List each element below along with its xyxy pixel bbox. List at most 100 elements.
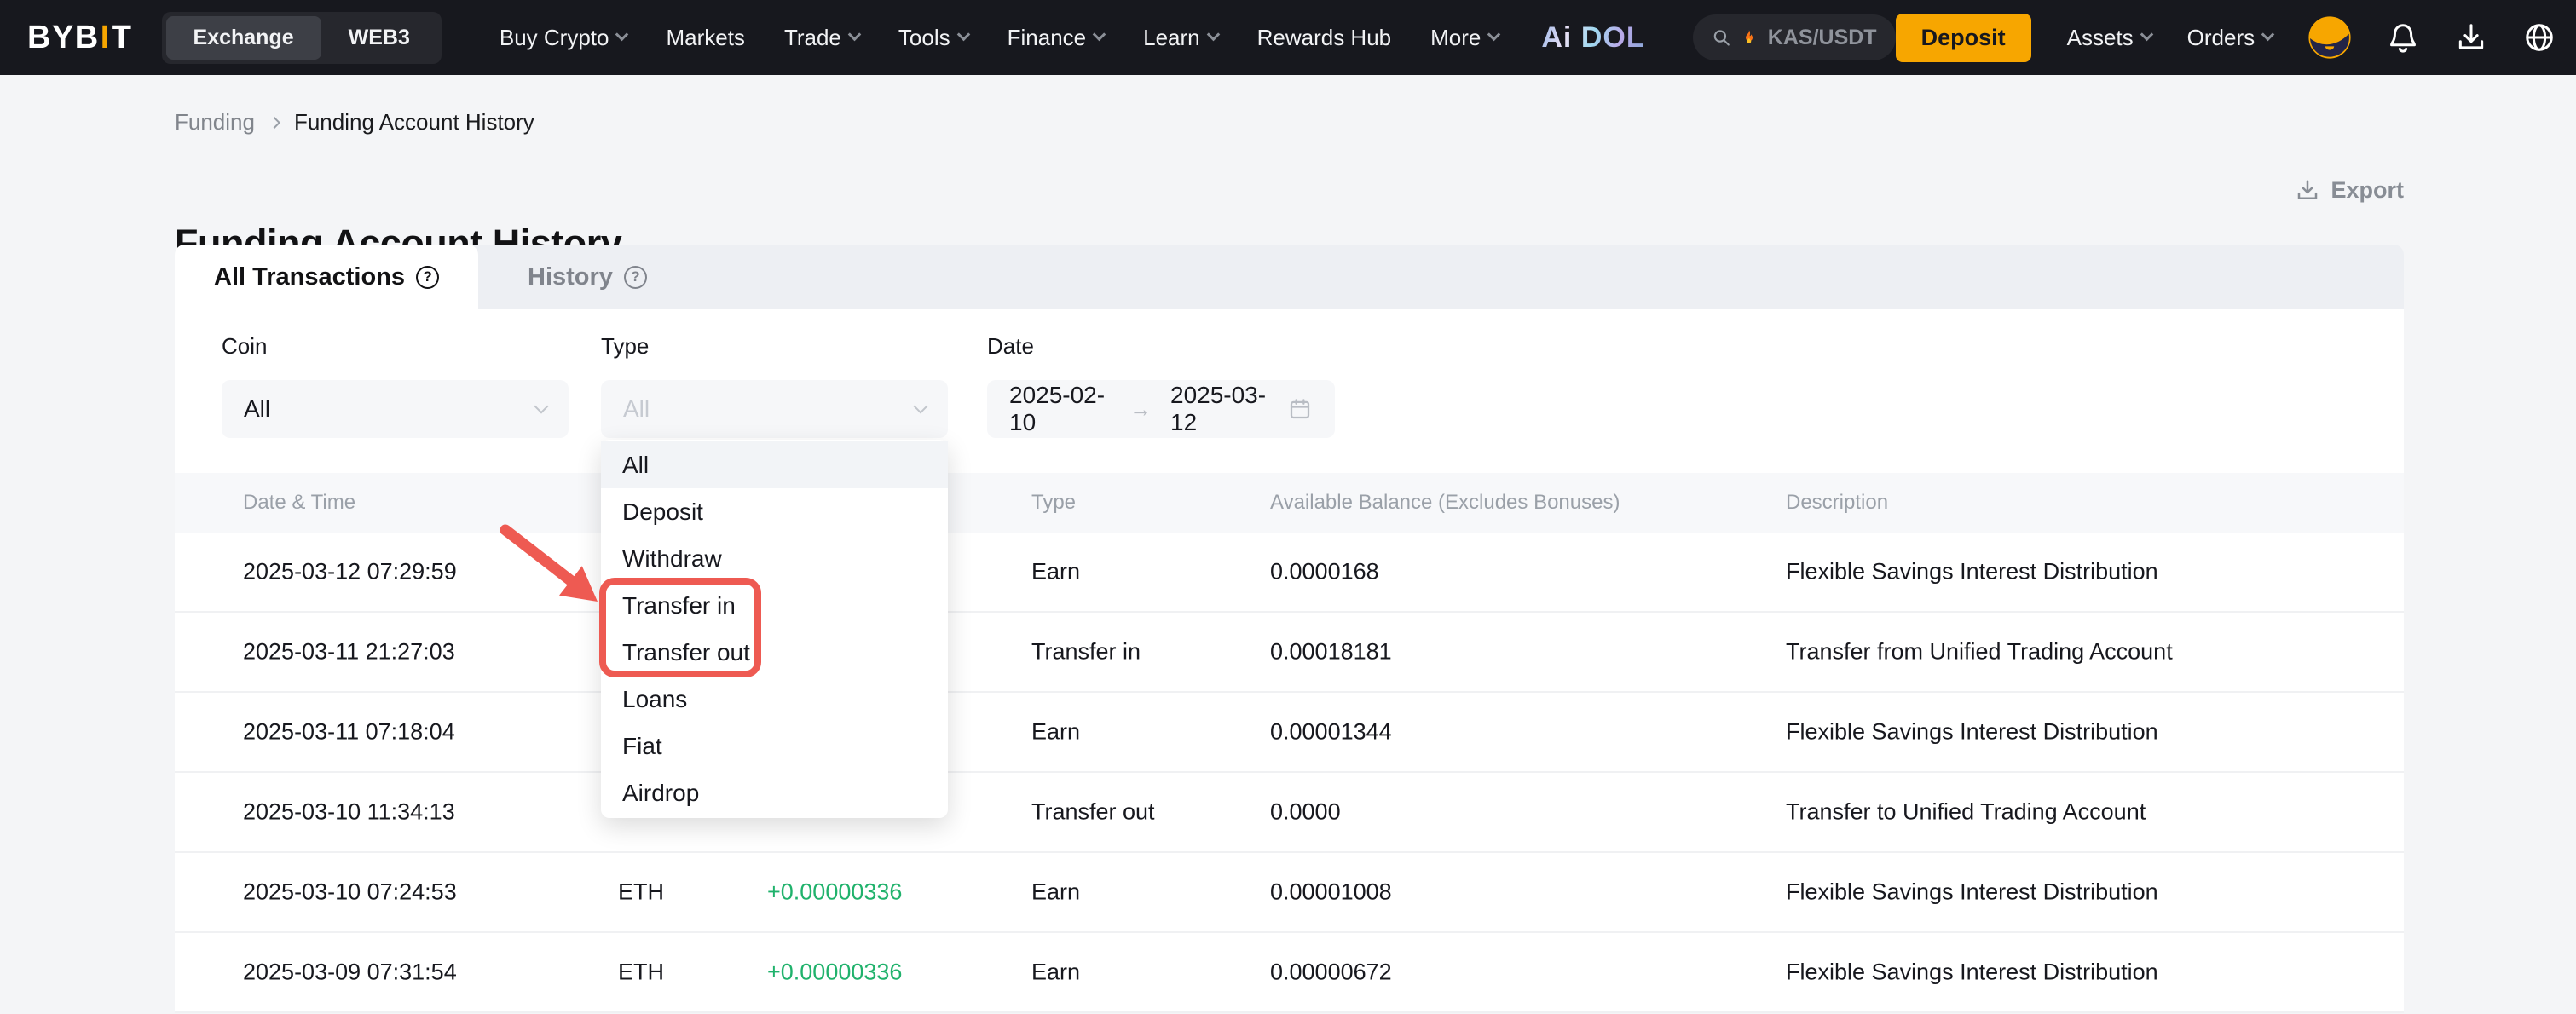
date-end-value: 2025-03-12 bbox=[1170, 382, 1272, 436]
tab-history-label: History bbox=[528, 263, 613, 291]
cell-datetime: 2025-03-10 11:34:13 bbox=[243, 799, 455, 826]
type-dropdown-option[interactable]: All bbox=[601, 441, 948, 488]
coin-filter: Coin All bbox=[222, 333, 569, 438]
nav-link[interactable]: Rewards Hub bbox=[1257, 25, 1392, 51]
cell-datetime: 2025-03-11 07:18:04 bbox=[243, 719, 455, 746]
table-row[interactable]: 2025-03-10 11:34:13 Transfer out 0.0000 … bbox=[175, 773, 2404, 853]
type-dropdown-menu: AllDepositWithdrawTransfer inTransfer ou… bbox=[601, 440, 948, 818]
nav-link[interactable]: Tools bbox=[898, 25, 968, 51]
nav-link[interactable]: More bbox=[1430, 25, 1499, 51]
cell-datetime: 2025-03-10 07:24:53 bbox=[243, 879, 457, 906]
date-range-picker[interactable]: 2025-02-10 → 2025-03-12 bbox=[987, 380, 1335, 438]
cell-datetime: 2025-03-11 21:27:03 bbox=[243, 639, 455, 665]
cell-balance: 0.00000672 bbox=[1270, 959, 1392, 986]
cell-description: Flexible Savings Interest Distribution bbox=[1786, 879, 2158, 906]
chevron-down-icon bbox=[615, 27, 629, 41]
tab-strip: All Transactions ? History ? bbox=[175, 245, 2404, 309]
aidol-logo[interactable]: Ai DOL bbox=[1541, 21, 1644, 55]
type-dropdown-option[interactable]: Withdraw bbox=[601, 535, 948, 582]
cell-description: Flexible Savings Interest Distribution bbox=[1786, 719, 2158, 746]
breadcrumb-funding[interactable]: Funding bbox=[175, 109, 255, 135]
chevron-down-icon bbox=[956, 27, 970, 41]
help-icon[interactable]: ? bbox=[624, 266, 647, 289]
nav-link-label: Rewards Hub bbox=[1257, 25, 1392, 51]
nav-link[interactable]: Markets bbox=[666, 25, 744, 51]
table-row[interactable]: 2025-03-11 07:18:04 Earn 0.00001344 Flex… bbox=[175, 693, 2404, 773]
cell-coin: ETH bbox=[618, 959, 664, 986]
date-start-value: 2025-02-10 bbox=[1009, 382, 1111, 436]
language-globe-icon[interactable] bbox=[2523, 21, 2556, 54]
nav-link[interactable]: Buy Crypto bbox=[500, 25, 627, 51]
tab-all-transactions-label: All Transactions bbox=[214, 263, 405, 291]
nav-link-label: Trade bbox=[784, 25, 841, 51]
chevron-down-icon bbox=[1093, 27, 1106, 41]
search-value: KAS/USDT bbox=[1768, 26, 1877, 50]
cell-amount: +0.00000336 bbox=[767, 879, 902, 906]
fire-icon bbox=[1741, 26, 1758, 49]
type-dropdown-option[interactable]: Fiat bbox=[601, 723, 948, 769]
type-select-value: All bbox=[623, 395, 650, 423]
coin-select-value: All bbox=[244, 395, 270, 423]
table-row[interactable]: 2025-03-12 07:29:59 Earn 0.0000168 Flexi… bbox=[175, 533, 2404, 613]
cell-amount: +0.00000336 bbox=[767, 959, 902, 986]
nav-link-label: Assets bbox=[2067, 25, 2134, 51]
cell-balance: 0.00001008 bbox=[1270, 879, 1392, 906]
type-select[interactable]: All bbox=[601, 380, 948, 438]
search-input[interactable]: KAS/USDT bbox=[1693, 14, 1896, 60]
help-icon[interactable]: ? bbox=[416, 266, 439, 289]
avatar[interactable] bbox=[2308, 16, 2351, 59]
nav-links: Buy Crypto Markets Trade Tools Finance L… bbox=[500, 25, 1499, 51]
type-dropdown-option[interactable]: Loans bbox=[601, 676, 948, 723]
type-dropdown-option[interactable]: Transfer out bbox=[601, 629, 948, 676]
nav-link-label: More bbox=[1430, 25, 1481, 51]
type-dropdown-option[interactable]: Transfer in bbox=[601, 582, 948, 629]
notifications-bell-icon[interactable] bbox=[2387, 21, 2419, 54]
nav-toggle-segment[interactable]: Exchange bbox=[166, 16, 321, 60]
export-button[interactable]: Export bbox=[2295, 177, 2404, 204]
nav-link[interactable]: Learn bbox=[1143, 25, 1218, 51]
logo-text: BYB bbox=[27, 20, 100, 56]
chevron-down-icon bbox=[1206, 27, 1220, 41]
coin-filter-label: Coin bbox=[222, 333, 569, 360]
export-download-icon bbox=[2295, 178, 2320, 204]
nav-link-label: Buy Crypto bbox=[500, 25, 609, 51]
cell-balance: 0.0000 bbox=[1270, 799, 1341, 826]
table-row[interactable]: 2025-03-09 07:31:54 ETH +0.00000336 Earn… bbox=[175, 933, 2404, 1013]
cell-type: Earn bbox=[1031, 959, 1080, 986]
nav-link-label: Orders bbox=[2187, 25, 2255, 51]
breadcrumb: Funding Funding Account History bbox=[175, 109, 534, 135]
nav-link[interactable]: Finance bbox=[1008, 25, 1105, 51]
chevron-down-icon bbox=[914, 400, 928, 414]
deposit-button[interactable]: Deposit bbox=[1896, 14, 2031, 62]
cell-type: Earn bbox=[1031, 559, 1080, 585]
bybit-logo[interactable]: BYBIT bbox=[27, 20, 133, 56]
tab-all-transactions[interactable]: All Transactions ? bbox=[175, 245, 478, 309]
nav-toggle-segment[interactable]: WEB3 bbox=[321, 16, 437, 60]
coin-select[interactable]: All bbox=[222, 380, 569, 438]
tab-history[interactable]: History ? bbox=[478, 245, 686, 309]
download-app-icon[interactable] bbox=[2455, 21, 2487, 54]
table-row[interactable]: 2025-03-10 07:24:53 ETH +0.00000336 Earn… bbox=[175, 853, 2404, 933]
chevron-down-icon bbox=[1487, 27, 1501, 41]
type-dropdown-option[interactable]: Deposit bbox=[601, 488, 948, 535]
breadcrumb-current: Funding Account History bbox=[294, 109, 534, 135]
date-filter: Date 2025-02-10 → 2025-03-12 bbox=[987, 333, 1335, 438]
nav-link-label: Markets bbox=[666, 25, 744, 51]
chevron-down-icon bbox=[848, 27, 862, 41]
calendar-icon bbox=[1287, 396, 1313, 422]
table-body: 2025-03-12 07:29:59 Earn 0.0000168 Flexi… bbox=[175, 533, 2404, 1013]
header-description: Description bbox=[1786, 491, 1888, 515]
cell-type: Transfer out bbox=[1031, 799, 1155, 826]
cell-coin: ETH bbox=[618, 879, 664, 906]
top-nav: BYBIT ExchangeWEB3 Buy Crypto Markets Tr… bbox=[0, 0, 2576, 75]
nav-link[interactable]: Orders bbox=[2187, 25, 2273, 51]
nav-link-label: Finance bbox=[1008, 25, 1087, 51]
nav-link[interactable]: Trade bbox=[784, 25, 859, 51]
table-row[interactable]: 2025-03-11 21:27:03 Transfer in 0.000181… bbox=[175, 613, 2404, 693]
cell-description: Transfer to Unified Trading Account bbox=[1786, 799, 2146, 826]
type-filter: Type All bbox=[601, 333, 948, 438]
cell-description: Transfer from Unified Trading Account bbox=[1786, 639, 2173, 665]
nav-link[interactable]: Assets bbox=[2067, 25, 2151, 51]
type-dropdown-option[interactable]: Airdrop bbox=[601, 769, 948, 816]
type-filter-label: Type bbox=[601, 333, 948, 360]
